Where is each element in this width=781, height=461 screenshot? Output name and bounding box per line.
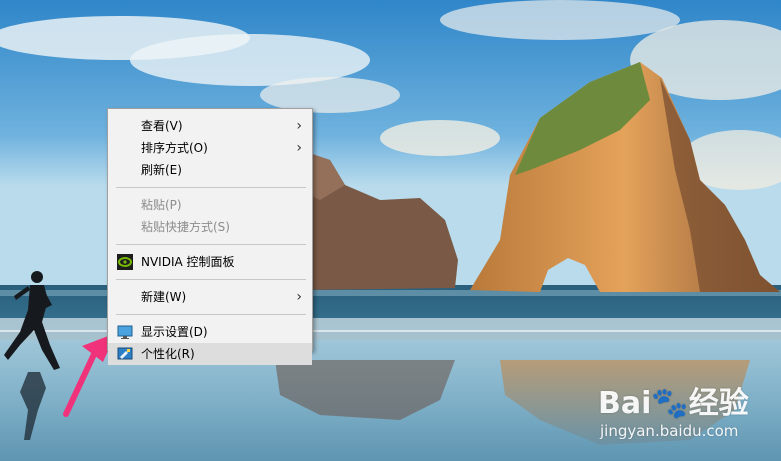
menu-item-label: 排序方式(O) [141, 141, 208, 155]
chevron-right-icon: › [296, 118, 302, 134]
menu-item-sort-by[interactable]: 排序方式(O) › [108, 137, 312, 159]
desktop-context-menu: 查看(V) › 排序方式(O) › 刷新(E) 粘贴(P) 粘贴快捷方式(S) … [107, 108, 313, 365]
paw-icon: 🐾 [651, 386, 689, 421]
menu-separator [116, 244, 306, 245]
menu-separator [116, 279, 306, 280]
menu-separator [116, 187, 306, 188]
menu-item-personalize[interactable]: 个性化(R) [108, 343, 312, 365]
menu-item-label: 粘贴(P) [141, 198, 182, 212]
nvidia-icon [117, 254, 133, 270]
menu-item-paste: 粘贴(P) [108, 194, 312, 216]
menu-item-new[interactable]: 新建(W) › [108, 286, 312, 308]
chevron-right-icon: › [296, 140, 302, 156]
menu-item-nvidia-control-panel[interactable]: NVIDIA 控制面板 [108, 251, 312, 273]
menu-item-label: NVIDIA 控制面板 [141, 255, 235, 269]
menu-item-display-settings[interactable]: 显示设置(D) [108, 321, 312, 343]
desktop[interactable]: 查看(V) › 排序方式(O) › 刷新(E) 粘贴(P) 粘贴快捷方式(S) … [0, 0, 781, 461]
menu-item-label: 显示设置(D) [141, 325, 208, 339]
display-settings-icon [117, 325, 133, 339]
menu-item-paste-shortcut: 粘贴快捷方式(S) [108, 216, 312, 238]
menu-item-label: 查看(V) [141, 119, 183, 133]
menu-item-label: 个性化(R) [141, 347, 195, 361]
menu-item-refresh[interactable]: 刷新(E) [108, 159, 312, 181]
personalize-icon [117, 347, 133, 360]
menu-item-label: 新建(W) [141, 290, 187, 304]
chevron-right-icon: › [296, 289, 302, 305]
menu-item-label: 刷新(E) [141, 163, 182, 177]
baidu-jingyan-watermark: Bai🐾经验 jingyan.baidu.com [598, 378, 758, 448]
menu-item-view[interactable]: 查看(V) › [108, 115, 312, 137]
watermark-site: jingyan.baidu.com [600, 422, 739, 440]
watermark-brand: Bai🐾经验 [598, 386, 749, 421]
menu-separator [116, 314, 306, 315]
menu-item-label: 粘贴快捷方式(S) [141, 220, 230, 234]
